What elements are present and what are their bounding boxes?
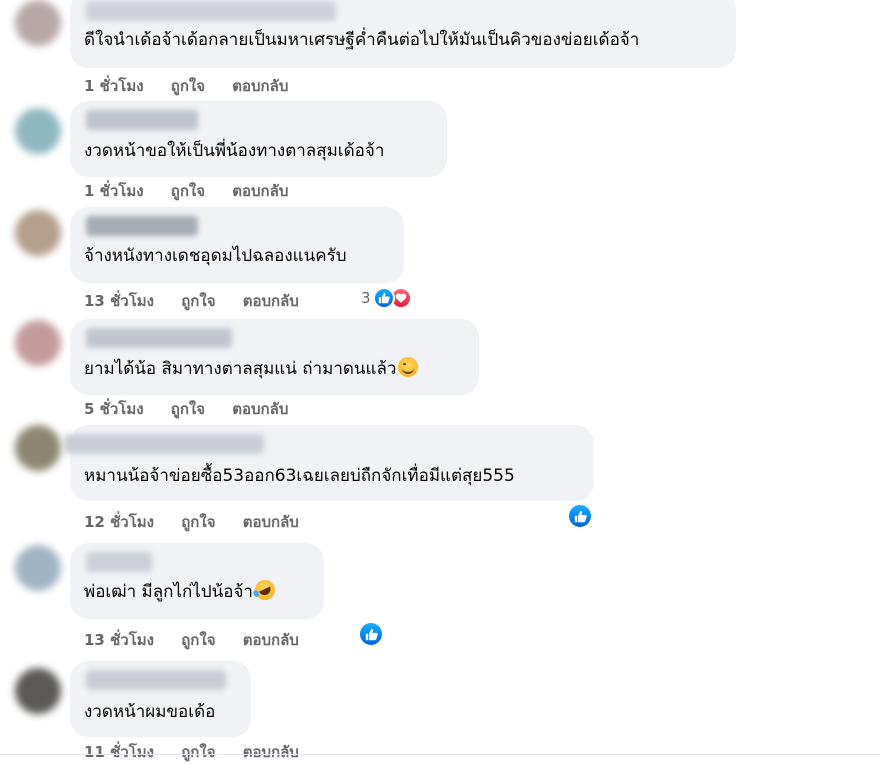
- comment-text-content: ยามได้น้อ สิมาทางตาลสุมแน่ ถ่ามาดนแล้ว: [84, 359, 397, 379]
- like-button[interactable]: ถูกใจ: [171, 77, 205, 95]
- like-button[interactable]: ถูกใจ: [181, 631, 215, 649]
- comment-actions: 12 ชั่วโมง ถูกใจ ตอบกลับ: [84, 510, 321, 534]
- timestamp[interactable]: 12 ชั่วโมง: [84, 513, 154, 531]
- comment-text: ดีใจนำเด้อจ้าเด้อกลายเป็นมหาเศรษฐีค่ำคืน…: [84, 30, 640, 50]
- reaction-count: 3: [361, 289, 371, 307]
- author-name-blurred[interactable]: [86, 328, 232, 348]
- like-button[interactable]: ถูกใจ: [171, 400, 205, 418]
- avatar[interactable]: [15, 320, 61, 366]
- reaction-summary[interactable]: [358, 621, 384, 647]
- avatar[interactable]: [15, 210, 61, 256]
- comment-actions: 13 ชั่วโมง ถูกใจ ตอบกลับ: [84, 628, 321, 652]
- like-button[interactable]: ถูกใจ: [171, 182, 205, 200]
- timestamp[interactable]: 11 ชั่วโมง: [84, 743, 154, 761]
- divider: [0, 754, 880, 755]
- reply-button[interactable]: ตอบกลับ: [243, 292, 299, 310]
- timestamp[interactable]: 5 ชั่วโมง: [84, 400, 144, 418]
- author-name-blurred[interactable]: [86, 110, 198, 130]
- reply-button[interactable]: ตอบกลับ: [232, 77, 288, 95]
- timestamp[interactable]: 13 ชั่วโมง: [84, 631, 154, 649]
- reply-button[interactable]: ตอบกลับ: [232, 182, 288, 200]
- reaction-summary[interactable]: [567, 503, 593, 529]
- comment-text: งวดหน้าขอให้เป็นพี่น้องทางตาลสุมเด้อจ้า: [84, 141, 385, 161]
- author-name-blurred[interactable]: [86, 1, 336, 21]
- reaction-summary[interactable]: 3: [361, 286, 412, 310]
- comment-bubble: หมานน้อจ้าข่อยซื้อ53ออก63เฉยเลยบ่ถืกจักเ…: [64, 425, 594, 501]
- like-icon: [358, 621, 384, 647]
- comment-actions: 13 ชั่วโมง ถูกใจ ตอบกลับ: [84, 289, 321, 313]
- like-icon: [567, 503, 593, 529]
- comment-text-content: พ่อเฒ่า มีลูกไก่ไปน้อจ้า: [84, 582, 253, 602]
- comment-bubble: งวดหน้าผมขอเด้อ: [70, 661, 251, 737]
- author-name-blurred[interactable]: [86, 670, 226, 690]
- comment-actions: 5 ชั่วโมง ถูกใจ ตอบกลับ: [84, 397, 310, 421]
- author-name-blurred[interactable]: [86, 216, 198, 236]
- rolling-laughing-emoji-icon: [251, 576, 279, 604]
- comment-bubble: ยามได้น้อ สิมาทางตาลสุมแน่ ถ่ามาดนแล้ว: [70, 319, 479, 395]
- like-icon: [372, 287, 395, 309]
- timestamp[interactable]: 1 ชั่วโมง: [84, 77, 144, 95]
- like-button[interactable]: ถูกใจ: [181, 513, 215, 531]
- smile-emoji-icon: [398, 357, 419, 377]
- comment-bubble: จ้างหนังทางเดชอุดมไปฉลองแนครับ: [70, 207, 404, 283]
- avatar[interactable]: [15, 668, 61, 714]
- comment-text: พ่อเฒ่า มีลูกไก่ไปน้อจ้า: [84, 576, 279, 604]
- comment-bubble: งวดหน้าขอให้เป็นพี่น้องทางตาลสุมเด้อจ้า: [70, 101, 447, 177]
- comment-actions: 1 ชั่วโมง ถูกใจ ตอบกลับ: [84, 179, 310, 203]
- like-button[interactable]: ถูกใจ: [181, 743, 215, 761]
- comment-text: งวดหน้าผมขอเด้อ: [84, 702, 216, 722]
- comment-actions: 1 ชั่วโมง ถูกใจ ตอบกลับ: [84, 74, 310, 98]
- reply-button[interactable]: ตอบกลับ: [243, 743, 299, 761]
- like-button[interactable]: ถูกใจ: [181, 292, 215, 310]
- comment-bubble: พ่อเฒ่า มีลูกไก่ไปน้อจ้า: [70, 543, 324, 619]
- comment-text: หมานน้อจ้าข่อยซื้อ53ออก63เฉยเลยบ่ถืกจักเ…: [84, 466, 515, 486]
- avatar[interactable]: [15, 425, 61, 471]
- timestamp[interactable]: 13 ชั่วโมง: [84, 292, 154, 310]
- author-name-blurred[interactable]: [64, 434, 264, 454]
- comment-bubble: ดีใจนำเด้อจ้าเด้อกลายเป็นมหาเศรษฐีค่ำคืน…: [70, 0, 736, 68]
- avatar[interactable]: [15, 0, 61, 46]
- comment-text: จ้างหนังทางเดชอุดมไปฉลองแนครับ: [84, 246, 347, 266]
- comment-text: ยามได้น้อ สิมาทางตาลสุมแน่ ถ่ามาดนแล้ว: [84, 357, 419, 381]
- author-name-blurred[interactable]: [86, 552, 152, 572]
- timestamp[interactable]: 1 ชั่วโมง: [84, 182, 144, 200]
- avatar[interactable]: [15, 108, 61, 154]
- reply-button[interactable]: ตอบกลับ: [243, 631, 299, 649]
- reply-button[interactable]: ตอบกลับ: [243, 513, 299, 531]
- comment-actions: 11 ชั่วโมง ถูกใจ ตอบกลับ: [84, 740, 321, 764]
- avatar[interactable]: [15, 545, 61, 591]
- reply-button[interactable]: ตอบกลับ: [232, 400, 288, 418]
